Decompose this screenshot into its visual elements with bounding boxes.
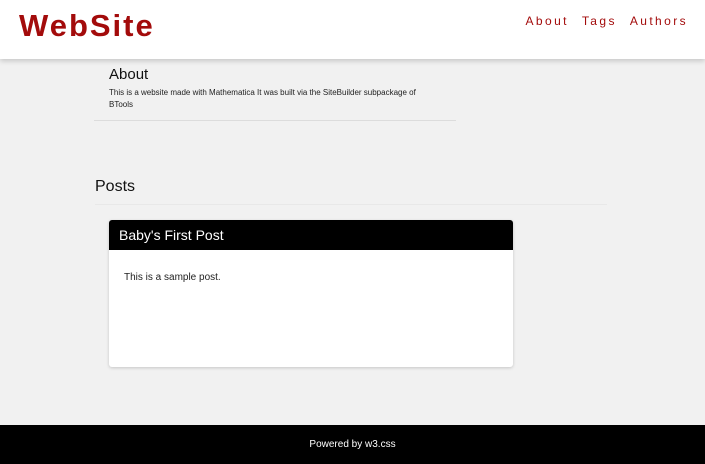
- nav-link-authors[interactable]: Authors: [630, 14, 688, 28]
- main-nav: About Tags Authors: [513, 14, 688, 28]
- about-text: This is a website made with Mathematica …: [109, 88, 416, 109]
- post-title-link[interactable]: Baby's First Post: [119, 227, 224, 243]
- footer-text: Powered by w3.css: [309, 439, 396, 450]
- post-card-body: This is a sample post.: [124, 272, 221, 283]
- about-section: About This is a website made with Mathem…: [94, 66, 456, 121]
- nav-link-tags[interactable]: Tags: [582, 14, 617, 28]
- posts-section-header: Posts: [95, 178, 607, 205]
- about-heading: About: [109, 66, 149, 83]
- nav-link-about[interactable]: About: [526, 14, 569, 28]
- footer: Powered by w3.css: [0, 425, 705, 464]
- post-card-header: Baby's First Post: [109, 220, 513, 250]
- posts-heading: Posts: [95, 178, 136, 195]
- top-navigation-bar: WebSite About Tags Authors: [0, 0, 705, 59]
- site-logo[interactable]: WebSite: [19, 8, 155, 44]
- post-card: Baby's First Post This is a sample post.: [109, 220, 513, 367]
